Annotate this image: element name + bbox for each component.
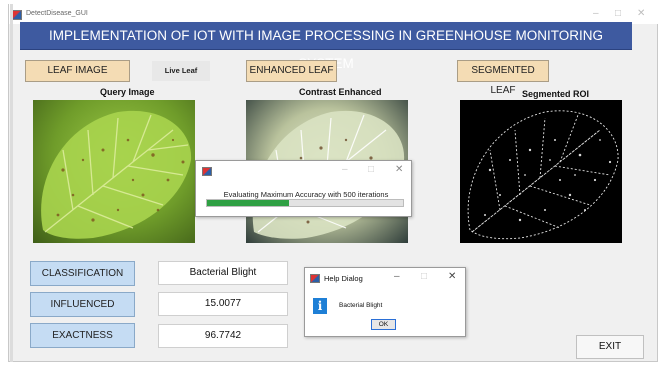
query-image-caption: Query Image xyxy=(100,87,155,97)
page-title: IMPLEMENTATION OF IOT WITH IMAGE PROCESS… xyxy=(20,22,632,71)
info-icon: i xyxy=(313,298,327,314)
progress-bar-fill xyxy=(207,200,290,206)
exit-button[interactable]: EXIT xyxy=(576,335,644,359)
enhanced-leaf-button[interactable]: ENHANCED LEAF xyxy=(246,60,337,82)
segmented-roi-image xyxy=(460,100,622,243)
influenced-region-result: 15.0077 xyxy=(158,292,288,316)
minimize-icon[interactable]: – xyxy=(394,271,400,282)
help-dialog-message: Bacterial Blight xyxy=(339,302,383,309)
window-title: DetectDisease_GUI xyxy=(26,10,88,17)
query-leaf-graphic xyxy=(41,110,192,239)
progress-dialog: – □ ✕ Evaluating Maximum Accuracy with 5… xyxy=(195,160,412,217)
maximize-icon[interactable]: □ xyxy=(421,271,427,282)
matlab-figure-icon xyxy=(310,274,320,283)
window-left-edge xyxy=(10,4,13,362)
influenced-region-button[interactable]: INFLUENCED REGION xyxy=(30,292,135,333)
help-dialog: Help Dialog – □ ✕ i Bacterial Blight OK xyxy=(304,267,466,337)
exactness-result: 96.7742 xyxy=(158,324,288,348)
matlab-figure-icon xyxy=(202,167,212,176)
live-leaf-label: Live Leaf xyxy=(152,61,210,81)
segmented-roi-caption: Segmented ROI xyxy=(522,89,590,99)
segmented-leaf-graphic xyxy=(467,110,619,240)
close-icon[interactable]: ✕ xyxy=(448,271,456,282)
progress-message: Evaluating Maximum Accuracy with 500 ite… xyxy=(223,190,389,199)
minimize-icon[interactable]: – xyxy=(593,8,599,19)
leaf-image-button[interactable]: LEAF IMAGE xyxy=(25,60,130,82)
help-dialog-title: Help Dialog xyxy=(324,274,363,283)
close-icon[interactable]: ✕ xyxy=(637,8,645,19)
query-leaf-image xyxy=(33,100,195,243)
contrast-enhanced-caption: Contrast Enhanced xyxy=(299,87,382,97)
progress-bar xyxy=(206,199,404,207)
minimize-icon[interactable]: – xyxy=(342,164,348,175)
title-bar: DetectDisease_GUI – □ ✕ xyxy=(9,4,659,24)
classification-button[interactable]: CLASSIFICATION xyxy=(30,261,135,286)
segmented-leaf-button[interactable]: SEGMENTED LEAF xyxy=(457,60,549,96)
ok-button[interactable]: OK xyxy=(371,319,396,330)
classification-result: Bacterial Blight xyxy=(158,261,288,285)
exactness-button[interactable]: EXACTNESS xyxy=(30,323,135,348)
maximize-icon[interactable]: □ xyxy=(615,8,621,19)
maximize-icon[interactable]: □ xyxy=(368,164,374,175)
close-icon[interactable]: ✕ xyxy=(395,164,403,175)
